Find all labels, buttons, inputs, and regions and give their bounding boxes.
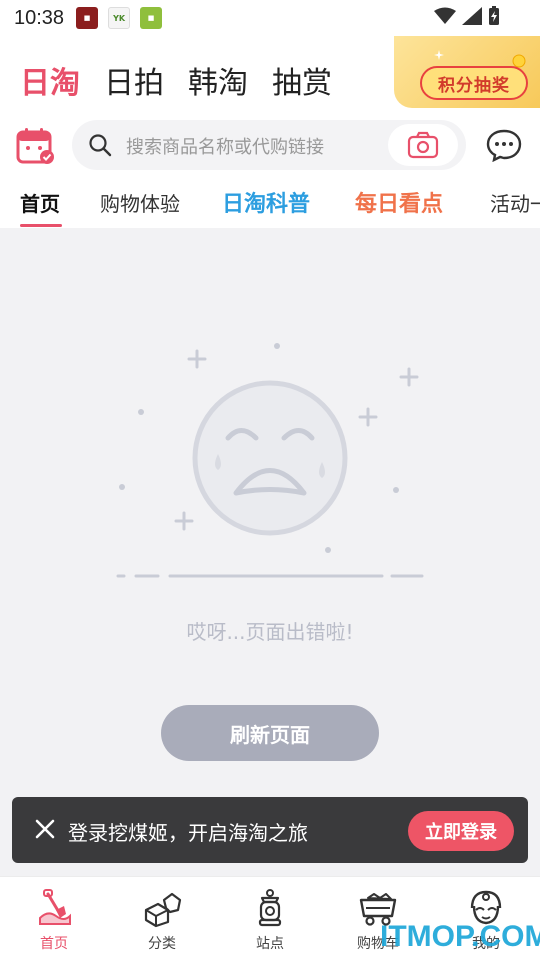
message-icon[interactable] (486, 128, 522, 162)
lottery-button[interactable]: 积分抽奖 (420, 66, 528, 100)
bottom-nav-label: 首页 (40, 936, 68, 952)
main-content: 哎呀...页面出错啦! 刷新页面 (0, 228, 540, 876)
battery-icon (489, 6, 499, 25)
app-notification-icon: ■ (76, 7, 99, 29)
app-notification-icon: ■ (140, 7, 163, 29)
tab-home[interactable]: 首页 (20, 188, 60, 217)
system-icons (434, 6, 500, 26)
refresh-button[interactable]: 刷新页面 (161, 705, 379, 761)
top-nav-item-ritao[interactable]: 日淘 (20, 58, 80, 102)
site-watermark: ITMOP.COM (380, 920, 540, 953)
top-nav-item-ripai[interactable]: 日拍 (104, 58, 164, 102)
top-nav-item-choushang[interactable]: 抽赏 (272, 58, 332, 102)
wifi-icon (434, 7, 456, 24)
calendar-checkin-icon[interactable] (16, 126, 56, 166)
signal-icon (462, 7, 482, 25)
error-message: 哎呀...页面出错啦! (186, 620, 354, 644)
top-nav-item-hantao[interactable]: 韩淘 (188, 58, 248, 102)
camera-icon (407, 131, 439, 159)
bottom-nav-label: 站点 (256, 936, 284, 952)
sad-face-illustration (116, 343, 424, 578)
bottom-nav-label: 分类 (148, 936, 176, 952)
search-bar[interactable]: 搜索商品名称或代购链接 (72, 120, 466, 170)
bottom-nav-home[interactable]: 首页 (0, 883, 108, 953)
top-nav: 日淘 日拍 韩淘 抽赏 (20, 58, 332, 102)
image-search-button[interactable] (388, 124, 458, 166)
sparkle-icon (434, 50, 444, 60)
tab-shopping-experience[interactable]: 购物体验 (100, 188, 180, 217)
login-button[interactable]: 立即登录 (408, 811, 514, 851)
search-row: 搜索商品名称或代购链接 (0, 118, 540, 174)
tab-active-indicator (20, 224, 62, 227)
tab-daily-highlights[interactable]: 每日看点 (355, 186, 443, 218)
toast-message: 登录挖煤姬，开启海淘之旅 (68, 821, 308, 845)
search-input[interactable]: 搜索商品名称或代购链接 (126, 133, 324, 159)
tab-ritao-science[interactable]: 日淘科普 (222, 186, 310, 218)
close-icon[interactable] (34, 818, 56, 840)
lottery-banner[interactable]: 积分抽奖 (394, 36, 540, 108)
bottom-nav-category[interactable]: 分类 (108, 883, 216, 953)
tab-activity[interactable]: 活动一 (490, 188, 540, 217)
app-notification-icon: YK (108, 7, 131, 29)
search-icon (89, 134, 112, 157)
coal-cubes-icon (144, 892, 182, 928)
category-tabs: 首页 购物体验 日淘科普 每日看点 活动一 (0, 184, 540, 228)
bottom-nav-site[interactable]: 站点 (216, 883, 324, 953)
status-time: 10:38 (14, 6, 65, 29)
status-bar: 10:38 ■ YK ■ (0, 0, 540, 36)
shovel-icon (39, 889, 71, 925)
lantern-icon (258, 889, 282, 927)
login-prompt-toast: 登录挖煤姬，开启海淘之旅 立即登录 (12, 797, 528, 863)
